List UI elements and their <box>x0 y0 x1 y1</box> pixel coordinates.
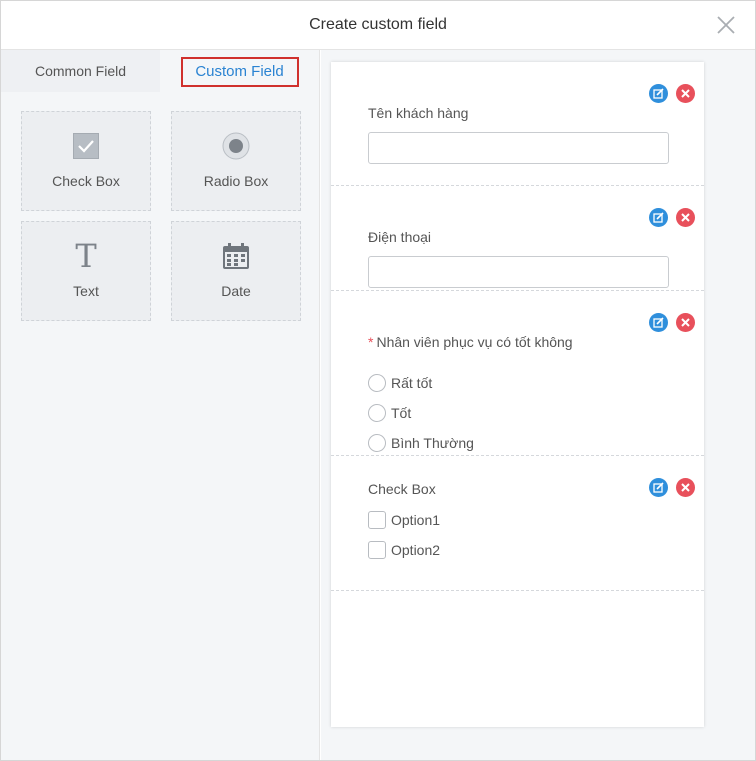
delete-field-button[interactable] <box>676 478 695 497</box>
tab-custom-field[interactable]: Custom Field <box>160 50 319 92</box>
form-field-service-rating[interactable]: * Nhân viên phục vụ có tốt không Rất tốt … <box>331 291 704 456</box>
edit-field-button[interactable] <box>649 84 668 103</box>
edit-field-button[interactable] <box>649 208 668 227</box>
text-icon: T <box>22 241 150 271</box>
radio-button[interactable] <box>368 434 386 452</box>
field-label: * Nhân viên phục vụ có tốt không <box>368 334 573 350</box>
radio-icon <box>172 132 300 160</box>
delete-field-button[interactable] <box>676 84 695 103</box>
delete-field-button[interactable] <box>676 313 695 332</box>
field-actions <box>649 313 697 333</box>
edit-field-button[interactable] <box>649 478 668 497</box>
field-label: Điện thoại <box>368 229 432 245</box>
edit-field-button[interactable] <box>649 313 668 332</box>
customer-name-input[interactable] <box>368 132 669 164</box>
radio-tile[interactable]: Radio Box <box>171 111 301 211</box>
date-tile-label: Date <box>221 283 251 299</box>
edit-icon <box>653 482 664 493</box>
radio-option-label: Tốt <box>391 405 412 421</box>
dialog-header: Create custom field <box>1 1 755 50</box>
field-tabs: Common Field Custom Field <box>1 50 319 92</box>
close-icon <box>717 16 735 34</box>
phone-input[interactable] <box>368 256 669 288</box>
field-label: Check Box <box>368 481 436 497</box>
delete-icon <box>681 483 690 492</box>
checkbox-icon <box>22 132 150 160</box>
form-builder-area: Tên khách hàng Điện thoại * Nhân viên ph… <box>321 50 755 760</box>
field-label: Tên khách hàng <box>368 105 469 121</box>
delete-field-button[interactable] <box>676 208 695 227</box>
form-field-customer-name[interactable]: Tên khách hàng <box>331 62 704 186</box>
close-button[interactable] <box>715 14 737 36</box>
dialog-title: Create custom field <box>309 16 447 33</box>
radio-option[interactable]: Bình Thường <box>368 433 474 453</box>
delete-icon <box>681 213 690 222</box>
delete-icon <box>681 318 690 327</box>
field-actions <box>649 478 697 498</box>
checkbox[interactable] <box>368 541 386 559</box>
tab-common-field[interactable]: Common Field <box>1 50 160 92</box>
form-canvas[interactable]: Tên khách hàng Điện thoại * Nhân viên ph… <box>331 62 704 727</box>
edit-icon <box>653 317 664 328</box>
checkbox-tile-label: Check Box <box>52 173 120 189</box>
field-actions <box>649 84 697 104</box>
field-actions <box>649 208 697 228</box>
field-palette-panel: Common Field Custom Field Check Box Radi… <box>1 50 320 760</box>
create-custom-field-dialog: Create custom field Common Field Custom … <box>0 0 756 761</box>
radio-option[interactable]: Tốt <box>368 403 411 423</box>
form-field-check-box[interactable]: Check Box Option1 Option2 <box>331 456 704 591</box>
date-tile[interactable]: Date <box>171 221 301 321</box>
radio-tile-label: Radio Box <box>203 173 269 189</box>
required-mark: * <box>368 334 374 350</box>
text-tile-label: Text <box>73 283 99 299</box>
checkbox-option[interactable]: Option1 <box>368 510 440 530</box>
edit-icon <box>653 88 664 99</box>
svg-text:T: T <box>75 241 97 271</box>
delete-icon <box>681 89 690 98</box>
tab-custom-field-label: Custom Field <box>180 57 299 87</box>
edit-icon <box>653 212 664 223</box>
checkbox-option-label: Option2 <box>391 542 441 558</box>
radio-button[interactable] <box>368 374 386 392</box>
radio-option-label: Rất tốt <box>391 375 433 391</box>
calendar-icon <box>172 242 300 270</box>
field-label-text: Nhân viên phục vụ có tốt không <box>376 334 573 350</box>
checkbox-option[interactable]: Option2 <box>368 540 440 560</box>
radio-option[interactable]: Rất tốt <box>368 373 432 393</box>
form-field-phone[interactable]: Điện thoại <box>331 186 704 291</box>
checkbox-tile[interactable]: Check Box <box>21 111 151 211</box>
radio-option-label: Bình Thường <box>391 435 474 451</box>
text-tile[interactable]: T Text <box>21 221 151 321</box>
radio-button[interactable] <box>368 404 386 422</box>
checkbox[interactable] <box>368 511 386 529</box>
checkbox-option-label: Option1 <box>391 512 441 528</box>
